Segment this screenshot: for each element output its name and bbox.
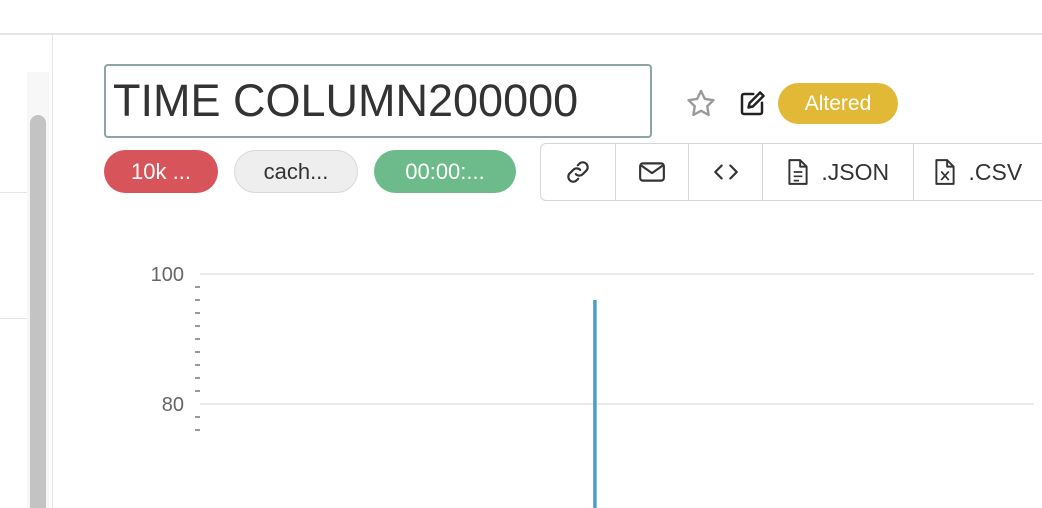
envelope-icon bbox=[639, 162, 665, 182]
row-count-badge[interactable]: 10k ... bbox=[104, 150, 218, 193]
altered-status-badge: Altered bbox=[778, 83, 898, 124]
edit-icon[interactable] bbox=[737, 89, 767, 119]
divider bbox=[0, 192, 28, 193]
dashboard-page: Altered 10k ... cach... 00:00:... bbox=[0, 0, 1042, 508]
y-tick-label: 80 bbox=[162, 394, 184, 416]
divider bbox=[0, 318, 28, 319]
top-bar bbox=[0, 0, 1042, 35]
copy-link-button[interactable] bbox=[541, 144, 616, 200]
file-text-icon bbox=[788, 159, 809, 185]
code-icon bbox=[713, 164, 738, 180]
duration-badge[interactable]: 00:00:... bbox=[374, 150, 516, 193]
cache-badge[interactable]: cach... bbox=[234, 150, 358, 193]
link-icon bbox=[567, 161, 589, 183]
star-icon[interactable] bbox=[684, 87, 718, 121]
download-csv-button[interactable]: .CSV bbox=[914, 144, 1042, 200]
file-spreadsheet-icon bbox=[935, 159, 956, 185]
y-tick-label: 100 bbox=[151, 264, 184, 286]
export-button-group: .JSON .CSV bbox=[540, 143, 1042, 201]
email-button[interactable] bbox=[616, 144, 690, 200]
line-chart: 100 80 bbox=[151, 264, 1034, 508]
json-label: .JSON bbox=[821, 158, 890, 185]
embed-code-button[interactable] bbox=[689, 144, 764, 200]
scrollbar-thumb[interactable] bbox=[30, 115, 46, 508]
csv-label: .CSV bbox=[968, 158, 1023, 185]
chart-title-input[interactable] bbox=[104, 64, 652, 138]
download-json-button[interactable]: .JSON bbox=[763, 144, 915, 200]
